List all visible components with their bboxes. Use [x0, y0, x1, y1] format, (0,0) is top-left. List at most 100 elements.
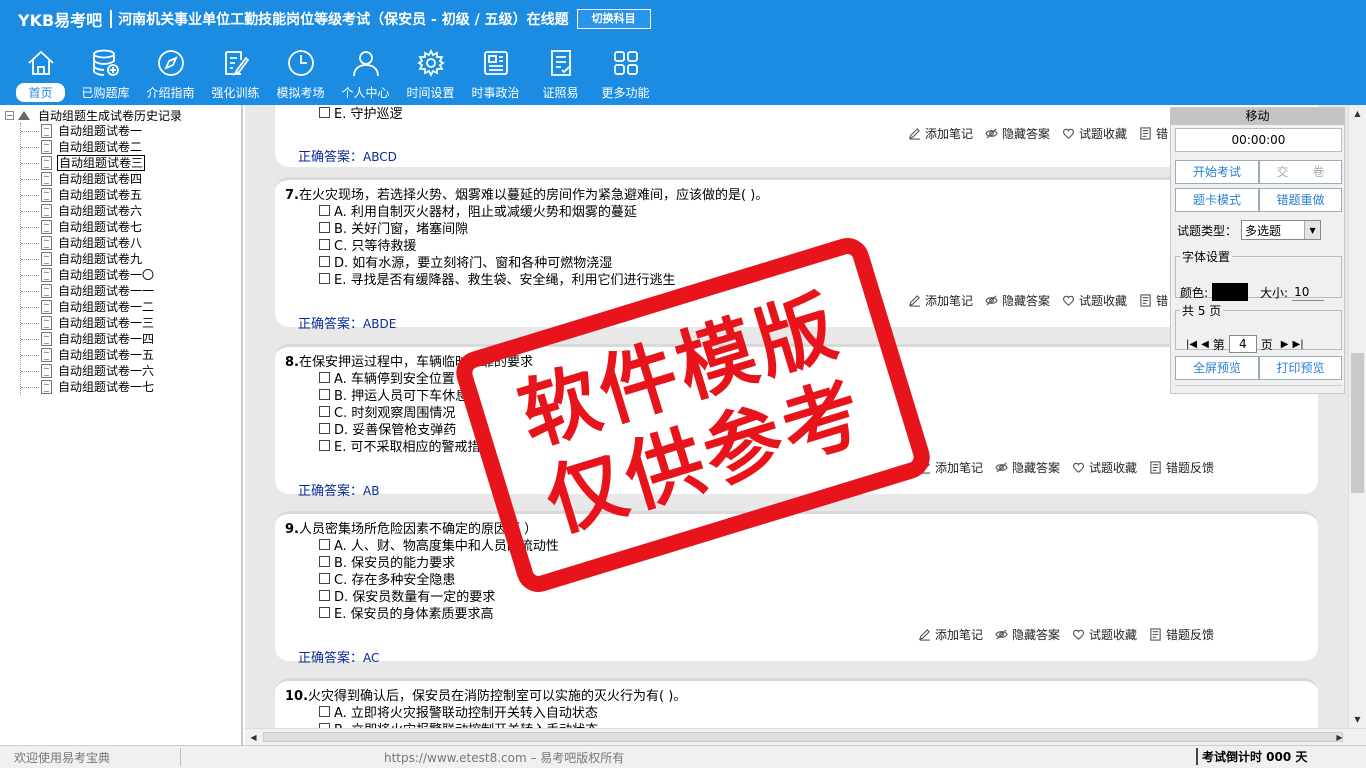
tree-collapse-icon[interactable]: − [5, 110, 14, 120]
option-a[interactable]: A. 立即将火灾报警联动控制开关转入自动状态 [319, 703, 598, 721]
chevron-down-icon[interactable]: ▼ [1304, 221, 1321, 239]
tree-item[interactable]: 自动组题试卷一七 [21, 379, 155, 395]
favorite-button[interactable]: 试题收藏 [1072, 459, 1137, 476]
page-number-input[interactable]: 4 [1228, 335, 1257, 353]
option-d[interactable]: D. 妥善保管枪支弹药 [319, 420, 493, 438]
tree-item[interactable]: 自动组题试卷一六 [21, 363, 155, 379]
tree-root[interactable]: − 自动组题生成试卷历史记录 [5, 107, 182, 123]
option-e[interactable]: E. 守护巡逻 [319, 105, 402, 122]
tree-item[interactable]: 自动组题试卷一 [21, 123, 155, 139]
tree-item[interactable]: 自动组题试卷一二 [21, 299, 155, 315]
favorite-button[interactable]: 试题收藏 [1062, 125, 1127, 142]
option-checkbox[interactable] [319, 273, 330, 284]
option-b[interactable]: B. 关好门窗，堵塞间隙 [319, 219, 675, 237]
font-color-picker[interactable] [1212, 283, 1249, 301]
option-d[interactable]: D. 如有水源，要立刻将门、窗和各种可燃物浇湿 [319, 253, 675, 271]
tree-item[interactable]: 自动组题试卷一一 [21, 283, 155, 299]
nav-personal-center[interactable]: 个人中心 [333, 46, 398, 104]
tree-item[interactable]: 自动组题试卷四 [21, 171, 155, 187]
tree-item[interactable]: 自动组题试卷一四 [21, 331, 155, 347]
tree-item[interactable]: 自动组题试卷六 [21, 203, 155, 219]
nav-training[interactable]: 强化训练 [203, 46, 268, 104]
hide-answer-button[interactable]: 隐藏答案 [995, 459, 1060, 476]
last-page-icon[interactable]: ▶| [1293, 339, 1304, 350]
prev-page-icon[interactable]: ◀ [1201, 339, 1209, 350]
report-error-button[interactable]: 错题反馈 [1149, 459, 1214, 476]
option-checkbox[interactable] [319, 607, 330, 618]
option-checkbox[interactable] [319, 440, 330, 451]
option-b[interactable]: B. 立即将火灾报警联动控制开关转入手动状态 [319, 720, 598, 728]
option-checkbox[interactable] [319, 406, 330, 417]
option-a[interactable]: A. 利用自制灭火器材，阻止或减缓火势和烟雾的蔓延 [319, 202, 675, 220]
nav-certificate[interactable]: 证照易 [528, 46, 593, 104]
vertical-scroll-thumb[interactable] [1351, 353, 1364, 493]
panel-move-handle[interactable]: 移动 [1171, 108, 1344, 125]
tree-item[interactable]: 自动组题试卷一五 [21, 347, 155, 363]
switch-subject-button[interactable]: 切换科目 [576, 9, 651, 29]
vertical-scrollbar[interactable]: ▲ ▼ [1348, 105, 1366, 728]
scroll-down-icon[interactable]: ▼ [1349, 711, 1366, 728]
question-type-select[interactable]: 多选题 ▼ [1241, 220, 1322, 240]
favorite-button[interactable]: 试题收藏 [1072, 626, 1137, 643]
option-e[interactable]: E. 寻找是否有缓降器、救生袋、安全绳，利用它们进行逃生 [319, 270, 675, 288]
nav-more[interactable]: 更多功能 [593, 46, 658, 104]
option-checkbox[interactable] [319, 706, 330, 717]
tree-item[interactable]: 自动组题试卷九 [21, 251, 155, 267]
option-c[interactable]: C. 只等待救援 [319, 236, 675, 254]
option-checkbox[interactable] [319, 556, 330, 567]
nav-purchased-bank[interactable]: 已购题库 [73, 46, 138, 104]
option-checkbox[interactable] [319, 205, 330, 216]
option-checkbox[interactable] [319, 539, 330, 550]
fullscreen-preview-button[interactable]: 全屏预览 [1175, 356, 1259, 380]
tree-item[interactable]: 自动组题试卷二 [21, 139, 155, 155]
print-preview-button[interactable]: 打印预览 [1259, 356, 1342, 380]
report-error-button[interactable]: 错题反馈 [1149, 626, 1214, 643]
nav-time-settings[interactable]: 时间设置 [398, 46, 463, 104]
hide-answer-button[interactable]: 隐藏答案 [995, 626, 1060, 643]
option-checkbox[interactable] [319, 423, 330, 434]
scroll-up-icon[interactable]: ▲ [1349, 105, 1366, 122]
hide-answer-button[interactable]: 隐藏答案 [985, 125, 1050, 142]
option-checkbox[interactable] [319, 389, 330, 400]
option-checkbox[interactable] [319, 590, 330, 601]
panel-scrollbar[interactable] [1175, 385, 1342, 391]
first-page-icon[interactable]: |◀ [1186, 339, 1197, 350]
option-checkbox[interactable] [319, 222, 330, 233]
option-checkbox[interactable] [319, 107, 330, 118]
tree-item[interactable]: 自动组题试卷八 [21, 235, 155, 251]
horizontal-scrollbar[interactable]: ◀ ▶ [245, 728, 1366, 745]
horizontal-scroll-thumb[interactable] [263, 732, 1343, 742]
hide-answer-button[interactable]: 隐藏答案 [985, 292, 1050, 309]
scroll-left-icon[interactable]: ◀ [245, 729, 262, 745]
tree-item[interactable]: 自动组题试卷一三 [21, 315, 155, 331]
nav-mock-exam[interactable]: 模拟考场 [268, 46, 333, 104]
nav-guide[interactable]: 介绍指南 [138, 46, 203, 104]
add-note-button[interactable]: 添加笔记 [918, 626, 983, 643]
tree-item[interactable]: 自动组题试卷五 [21, 187, 155, 203]
submit-button[interactable]: 交 卷 [1259, 160, 1342, 184]
tree-item[interactable]: 自动组题试卷一〇 [21, 267, 155, 283]
tree-item[interactable]: 自动组题试卷七 [21, 219, 155, 235]
nav-home[interactable]: 首页 [8, 46, 73, 104]
scroll-right-icon[interactable]: ▶ [1331, 729, 1348, 745]
start-exam-button[interactable]: 开始考试 [1175, 160, 1259, 184]
option-e[interactable]: E. 可不采取相应的警戒措施 [319, 437, 493, 455]
option-e[interactable]: E. 保安员的身体素质要求高 [319, 604, 559, 622]
option-checkbox[interactable] [319, 573, 330, 584]
add-note-button[interactable]: 添加笔记 [908, 125, 973, 142]
option-checkbox[interactable] [319, 372, 330, 383]
option-d[interactable]: D. 保安员数量有一定的要求 [319, 587, 559, 605]
report-error-button[interactable]: 错 [1139, 125, 1168, 142]
add-note-button[interactable]: 添加笔记 [908, 292, 973, 309]
nav-current-affairs[interactable]: 时事政治 [463, 46, 528, 104]
next-page-icon[interactable]: ▶ [1281, 339, 1289, 350]
exam-control-panel[interactable]: 移动 00:00:00 开始考试 交 卷 题卡模式 错题重做 试题类型： 多选题… [1170, 107, 1345, 394]
wrong-redo-button[interactable]: 错题重做 [1259, 188, 1342, 212]
card-mode-button[interactable]: 题卡模式 [1175, 188, 1259, 212]
option-checkbox[interactable] [319, 239, 330, 250]
report-error-button[interactable]: 错 [1139, 292, 1168, 309]
tree-item[interactable]: 自动组题试卷三 [21, 155, 155, 171]
option-checkbox[interactable] [319, 256, 330, 267]
favorite-button[interactable]: 试题收藏 [1062, 292, 1127, 309]
font-size-input[interactable]: 10 [1292, 283, 1325, 301]
